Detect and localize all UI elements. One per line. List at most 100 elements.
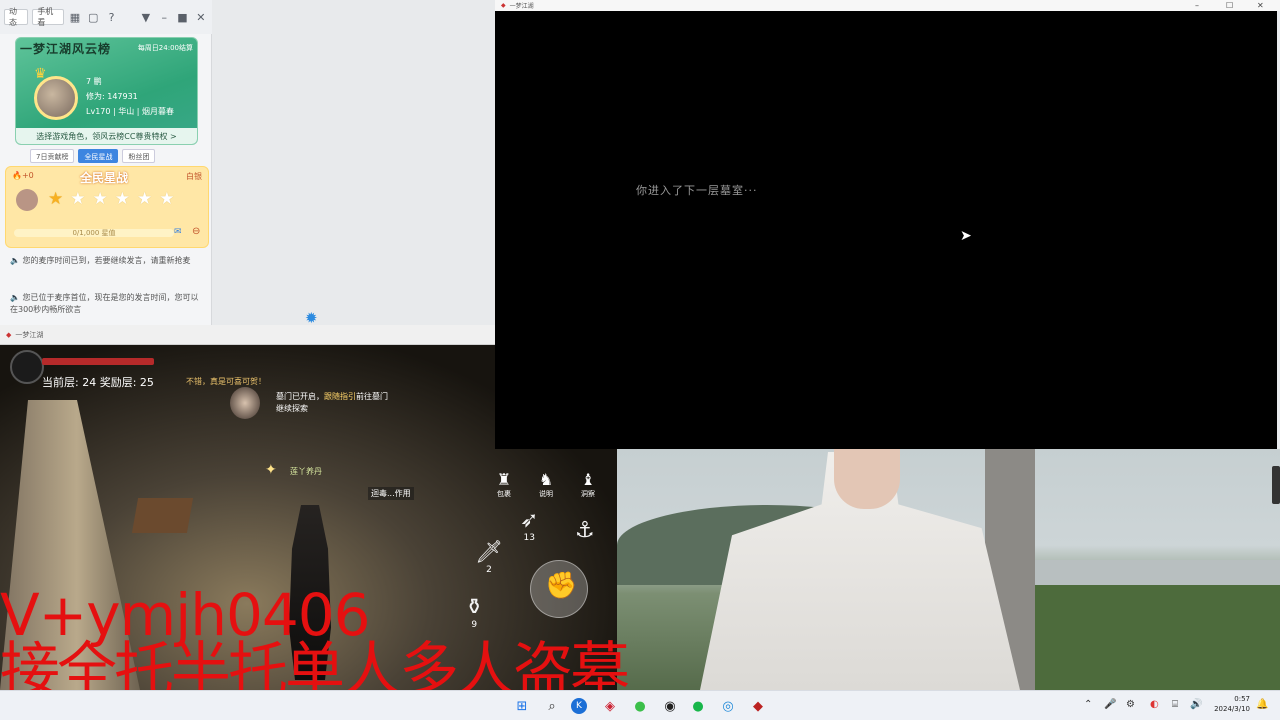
game-window-titlebar[interactable]: ◆ 一梦江湖: [0, 325, 495, 345]
pet-label: 莲丫养丹: [290, 467, 322, 476]
clock-time: 0:57: [1234, 695, 1250, 703]
wooden-crate: [131, 498, 194, 533]
pet-icon: ✦: [265, 462, 277, 478]
dagger-skill[interactable]: 🗡 2: [475, 540, 503, 575]
npc-text-part: 继续探索: [276, 404, 308, 413]
search-icon[interactable]: ⌕: [542, 696, 562, 716]
bag-icon: ♜: [496, 470, 512, 489]
phone-view-button[interactable]: 手机看: [32, 7, 64, 27]
security-tray-icon[interactable]: ◐: [1150, 699, 1159, 710]
fire-badge-value: +0: [21, 171, 34, 180]
dark-window-titlebar[interactable]: ◆ 一梦江湖 – ☐ ✕: [495, 0, 1280, 11]
edge-icon[interactable]: ◎: [718, 696, 738, 716]
rank-badge: 白银: [186, 172, 202, 181]
floor-enter-message: 你进入了下一层墓室···: [636, 184, 758, 197]
cc-toolbar: 动态 手机看 ▦ ▢ ? ▼ – ■ ✕: [0, 0, 212, 34]
taskbar-clock[interactable]: 0:57 2024/3/10: [1214, 694, 1250, 714]
tab-star-war[interactable]: 全民星战: [78, 149, 119, 163]
star-icon: ★: [48, 189, 64, 209]
floor-tip: 不错，真是可喜可贺！: [186, 377, 266, 386]
attack-button[interactable]: ✊: [530, 560, 588, 618]
close-icon[interactable]: ✕: [194, 9, 208, 25]
speaker-icon: 🔈: [10, 256, 23, 265]
star-icon: ★: [114, 189, 130, 209]
rank-card[interactable]: 一梦江湖风云榜 每周日24:00结算 ♛ 7 鹏 修为: 147931 Lv17…: [15, 37, 198, 145]
avatar: [34, 76, 78, 120]
close-icon[interactable]: ✕: [1257, 1, 1264, 10]
dark-app-icon: ◆: [501, 2, 506, 9]
help-icon[interactable]: ?: [104, 9, 118, 25]
system-message: 🔈 您已位于麦序首位，现在是您的发言时间，您可以在300秒内畅所欲言: [10, 292, 205, 316]
insight-label: 洞察: [581, 490, 595, 498]
speaker-icon: 🔈: [10, 293, 23, 302]
ticket-icon[interactable]: ✉: [174, 227, 182, 237]
buff-label: 迴毒...作用: [368, 487, 414, 500]
mouse-cursor-icon: ➤: [960, 228, 972, 244]
player-avatar[interactable]: [10, 350, 44, 384]
obs-icon[interactable]: ◉: [660, 696, 680, 716]
insight-button[interactable]: ♝ 洞察: [574, 470, 602, 499]
maximize-icon[interactable]: ■: [175, 9, 189, 25]
star-icon: ★: [137, 189, 153, 209]
minimize-icon[interactable]: –: [157, 9, 171, 25]
grid-icon[interactable]: ▦: [68, 9, 82, 25]
player-name: 7 鹏: [86, 77, 102, 86]
bow-icon: ➶: [520, 508, 539, 533]
loading-screen[interactable]: [495, 11, 1277, 449]
maximize-icon[interactable]: ☐: [1226, 1, 1233, 10]
star-icon: ★: [159, 189, 175, 209]
tab-fans[interactable]: 粉丝团: [122, 149, 156, 163]
health-bar: [42, 358, 154, 365]
scroll-icon: ♞: [538, 470, 554, 489]
follow-guide-link[interactable]: 跟随指引: [324, 392, 356, 401]
dagger-count: 2: [486, 565, 492, 575]
level-info: Lv170 | 华山 | 烟月暮春: [86, 107, 175, 116]
side-handle[interactable]: [1272, 466, 1280, 504]
bag-button[interactable]: ♜ 包裹: [490, 470, 518, 499]
dropdown-icon[interactable]: ▼: [139, 9, 153, 25]
fist-icon: ✊: [545, 571, 578, 601]
message-text: 您的麦序时间已到，若要继续发言，请重新抢麦: [22, 256, 191, 265]
cc-live-icon[interactable]: ◈: [600, 696, 620, 716]
bow-skill[interactable]: ➶ 13: [520, 508, 538, 543]
volume-icon[interactable]: 🔊: [1190, 699, 1202, 710]
window-icon[interactable]: ▢: [86, 9, 100, 25]
more-icon[interactable]: ⊖: [192, 226, 200, 237]
rank-title: 一梦江湖风云榜: [20, 42, 112, 56]
field: [1030, 585, 1280, 690]
hook-icon: ⚓: [575, 518, 595, 543]
taskbar: ⊞ ⌕ K ◈ ● ◉ ● ◎ ◆ ⌃ 🎤 ⚙ ◐ ⌸ 🔊 0:57 2024/3…: [0, 690, 1280, 720]
windows-start-icon[interactable]: ⊞: [512, 696, 532, 716]
k-app-icon[interactable]: K: [571, 698, 587, 714]
info-button[interactable]: ♞ 说明: [532, 470, 560, 499]
notification-icon[interactable]: 🔔: [1256, 699, 1268, 710]
hook-skill[interactable]: ⚓: [575, 518, 595, 543]
tab-contribution[interactable]: 7日贡献榜: [30, 149, 75, 163]
panel-tabs: 7日贡献榜 全民星战 粉丝团: [30, 149, 180, 163]
rank-cta-link[interactable]: 选择游戏角色，领风云榜CC尊贵特权 >: [16, 128, 197, 144]
mic-icon[interactable]: 🎤: [1104, 699, 1116, 710]
insight-icon: ♝: [580, 470, 596, 489]
fire-badge: 🔥+0: [12, 171, 34, 180]
star-avatar: [16, 189, 38, 211]
wechat-icon[interactable]: ●: [688, 696, 708, 716]
message-text: 您已位于麦序首位，现在是您的发言时间，您可以在300秒内畅所欲言: [10, 293, 199, 314]
settings-tray-icon[interactable]: ⚙: [1126, 699, 1135, 710]
game-icon[interactable]: ◆: [748, 696, 768, 716]
npc-text-part: 前往墓门: [356, 392, 388, 401]
tray-expand-icon[interactable]: ⌃: [1084, 699, 1092, 710]
potion-skill[interactable]: ⚱ 9: [465, 595, 483, 630]
network-icon[interactable]: ⌸: [1172, 699, 1178, 710]
game-app-icon: ◆: [6, 330, 12, 339]
npc-portrait: [230, 387, 260, 419]
bag-label: 包裹: [497, 490, 511, 498]
dark-window-title: 一梦江湖: [509, 3, 534, 10]
360-icon[interactable]: ●: [630, 696, 650, 716]
clock-date: 2024/3/10: [1214, 705, 1250, 713]
star-progress: 0/1,000 星值: [14, 229, 174, 237]
minimize-icon[interactable]: –: [1195, 1, 1199, 10]
dynamic-button[interactable]: 动态: [4, 7, 29, 27]
star-war-card[interactable]: 🔥+0 全民星战 白银 ★ ★ ★ ★ ★ ★ 0/1,000 星值 ✉ ⊖: [5, 166, 209, 248]
npc-text-part: 墓门已开启，: [276, 392, 324, 401]
floor-info: 当前层: 24 奖励层: 25: [42, 376, 154, 389]
